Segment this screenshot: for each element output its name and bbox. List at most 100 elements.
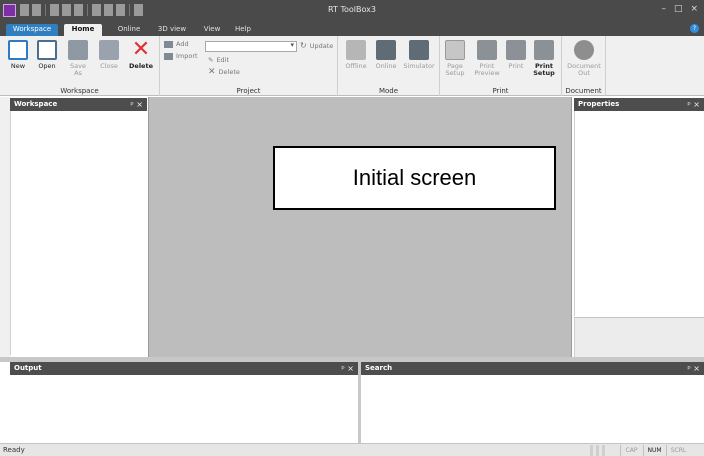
print-preview-icon (477, 40, 497, 60)
main-view-area[interactable]: Initial screen (148, 97, 572, 357)
search-pane[interactable] (361, 375, 704, 443)
delete-label: Delete (129, 62, 153, 70)
print-preview-label: Print Preview (474, 62, 500, 77)
pin-close-icon[interactable]: ᵖ × (341, 362, 354, 375)
add-button[interactable]: Add (164, 40, 189, 48)
edit-button[interactable]: ✎ Edit (208, 56, 229, 64)
window-title: RT ToolBox3 (328, 5, 376, 14)
scroll-lock-indicator: SCRL (666, 445, 690, 456)
chevron-down-icon: ▾ (290, 41, 294, 49)
printer-icon (506, 40, 526, 60)
new-label: New (10, 62, 26, 70)
import-button[interactable]: Import (164, 52, 198, 60)
properties-panel-header: Properties ᵖ × (574, 98, 704, 111)
online-waveform-icon (376, 40, 396, 60)
project-delete-button[interactable]: ✕ Delete (208, 67, 240, 77)
ribbon: New Open Save As Close ✕ Delete Workspac… (0, 36, 704, 96)
ribbon-group-print: Page Setup Print Preview Print Print Set… (440, 36, 562, 96)
workspace-panel-title: Workspace (14, 100, 58, 108)
pin-close-icon[interactable]: ᵖ × (130, 98, 143, 111)
save-icon (68, 40, 88, 60)
tab-online[interactable]: Online (110, 24, 148, 36)
simulator-button[interactable]: Simulator (402, 40, 436, 70)
project-select-combo[interactable]: ▾ (205, 41, 297, 52)
save-as-button[interactable]: Save As (66, 40, 90, 77)
tab-home[interactable]: Home (64, 24, 102, 36)
add-icon (164, 40, 173, 48)
offline-label: Offline (345, 62, 367, 70)
help-icon[interactable]: ? (690, 24, 699, 33)
new-workspace-icon (8, 40, 28, 60)
search-panel-title: Search (365, 364, 393, 372)
close-button[interactable]: Close (94, 40, 124, 70)
tab-help[interactable]: Help (230, 24, 256, 36)
ribbon-tab-row: Workspace Home Online 3D view View Help (0, 22, 704, 36)
import-label: Import (176, 52, 198, 60)
group-label-workspace: Workspace (60, 87, 99, 95)
group-label-document: Document (565, 87, 602, 95)
online-button[interactable]: Online (372, 40, 400, 70)
properties-description-area (574, 317, 704, 357)
status-bar: Ready CAP NUM SCRL (0, 443, 704, 456)
tab-view[interactable]: View (198, 24, 226, 36)
num-lock-indicator: NUM (643, 445, 665, 456)
delete-button[interactable]: ✕ Delete (126, 37, 156, 70)
new-button[interactable]: New (6, 40, 30, 70)
document-out-icon (574, 40, 594, 60)
offline-button[interactable]: Offline (342, 40, 370, 70)
close-window-button[interactable]: × (690, 4, 698, 14)
pin-close-icon[interactable]: ᵖ × (687, 362, 700, 375)
refresh-icon: ↻ (300, 41, 307, 50)
online-label: Online (375, 62, 397, 70)
workspace-tree[interactable] (10, 111, 147, 355)
delete-x-icon: ✕ (131, 37, 151, 62)
simulator-label: Simulator (403, 62, 435, 70)
project-delete-label: Delete (218, 68, 240, 76)
tab-workspace[interactable]: Workspace (6, 24, 58, 36)
document-out-label: Document Out (567, 62, 601, 77)
initial-screen-annotation: Initial screen (273, 146, 556, 210)
print-setup-icon (534, 40, 554, 60)
minimize-button[interactable]: – (661, 4, 666, 14)
output-pane[interactable] (10, 375, 358, 443)
close-label: Close (100, 62, 118, 70)
print-preview-button[interactable]: Print Preview (472, 40, 502, 77)
title-bar: RT ToolBox3 – □ × (0, 0, 704, 22)
save-as-label: Save As (70, 62, 86, 77)
update-label: Update (309, 41, 334, 50)
page-setup-label: Page Setup (445, 62, 465, 77)
print-button[interactable]: Print (504, 40, 528, 70)
output-panel-header: Output ᵖ × (10, 362, 358, 375)
ribbon-group-document: Document Out Document (562, 36, 606, 96)
page-setup-button[interactable]: Page Setup (442, 40, 468, 77)
page-setup-icon (445, 40, 465, 60)
close-workspace-icon (99, 40, 119, 60)
status-text: Ready (3, 446, 25, 454)
output-panel-title: Output (14, 364, 42, 372)
ribbon-group-workspace: New Open Save As Close ✕ Delete Workspac… (0, 36, 160, 96)
status-segment (602, 445, 605, 456)
group-label-mode: Mode (378, 87, 399, 95)
print-setup-label: Print Setup (533, 62, 555, 77)
add-label: Add (176, 40, 189, 48)
print-label: Print (508, 62, 524, 70)
caps-lock-indicator: CAP (620, 445, 642, 456)
pencil-icon: ✎ (208, 56, 214, 64)
simulator-waveform-icon (409, 40, 429, 60)
search-panel-header: Search ᵖ × (361, 362, 704, 375)
pin-close-icon[interactable]: ᵖ × (687, 98, 700, 111)
offline-icon (346, 40, 366, 60)
properties-grid[interactable] (574, 111, 704, 316)
maximize-button[interactable]: □ (674, 4, 683, 14)
import-icon (164, 52, 173, 60)
properties-panel-title: Properties (578, 100, 620, 108)
status-segment (596, 445, 599, 456)
update-button[interactable]: ↻ Update (300, 41, 333, 50)
open-button[interactable]: Open (32, 40, 62, 70)
document-out-button[interactable]: Document Out (565, 40, 603, 77)
tab-3d-view[interactable]: 3D view (152, 24, 192, 36)
status-segment (590, 445, 593, 456)
print-setup-button[interactable]: Print Setup (530, 40, 558, 77)
left-gutter (0, 97, 10, 357)
open-label: Open (38, 62, 56, 70)
